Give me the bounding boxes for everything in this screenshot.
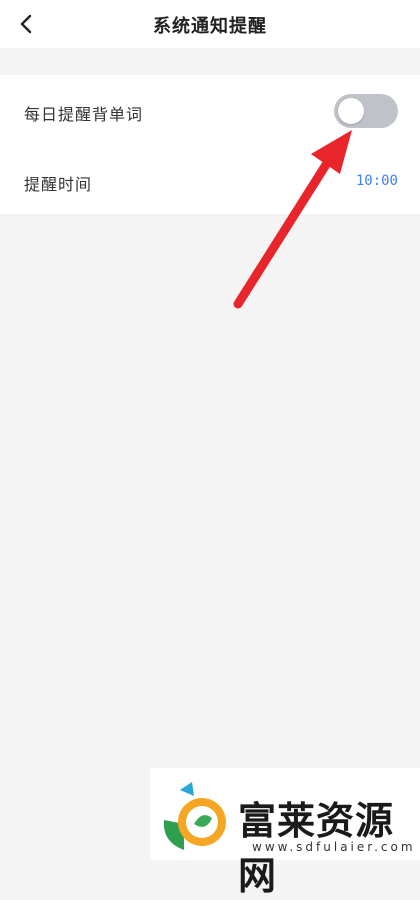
reminder-time-value[interactable]: 10:00 <box>356 173 398 189</box>
leaf-logo-icon <box>163 782 226 850</box>
reminder-time-row[interactable]: 提醒时间 10:00 <box>0 145 420 215</box>
daily-reminder-toggle[interactable] <box>334 94 398 128</box>
toggle-knob <box>338 98 364 124</box>
page-title: 系统通知提醒 <box>153 16 267 37</box>
settings-card: 每日提醒背单词 提醒时间 10:00 <box>0 75 420 214</box>
top-bar: 系统通知提醒 <box>0 0 420 48</box>
reminder-time-label: 提醒时间 <box>24 175 93 194</box>
daily-reminder-row: 每日提醒背单词 <box>0 75 420 145</box>
watermark-url: www.sdfulaier.com <box>252 840 416 854</box>
watermark: 富莱资源网 www.sdfulaier.com <box>150 768 420 898</box>
daily-reminder-label: 每日提醒背单词 <box>24 105 144 124</box>
